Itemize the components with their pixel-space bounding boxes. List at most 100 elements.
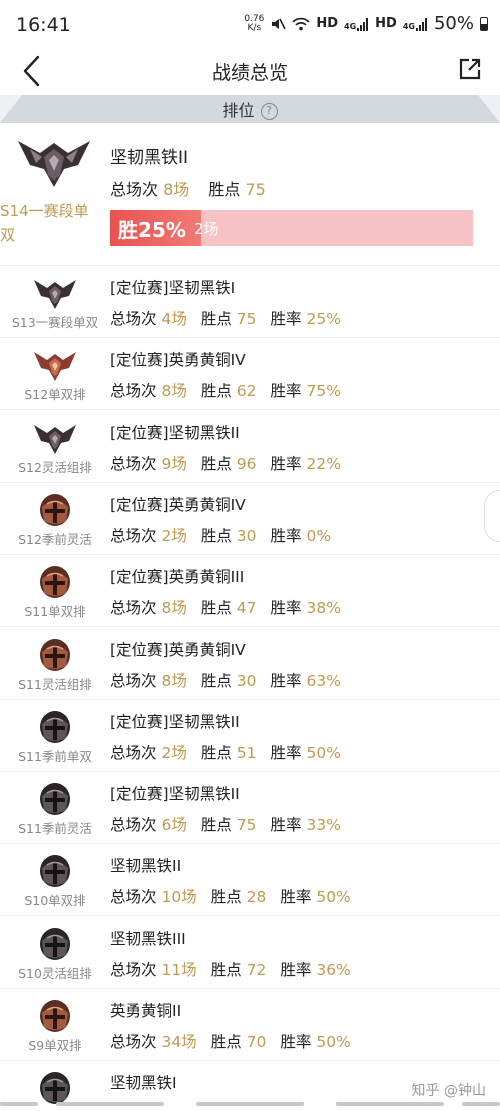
season-row[interactable]: S13一赛段单双 [定位赛]坚韧黑铁I 总场次 4场 胜点 75 胜率 25% [0, 266, 500, 338]
row-games: 8场 [161, 671, 187, 690]
bronze-wing-emblem-icon [34, 352, 76, 382]
row-winrate: 33% [306, 816, 341, 835]
side-pull-tab[interactable] [484, 490, 500, 542]
wifi-icon [292, 17, 310, 30]
win-games: 2场 [194, 220, 219, 238]
tab-ranked[interactable]: 排位? [0, 97, 500, 121]
season-row[interactable]: S10单双排 坚韧黑铁II 总场次 10场 胜点 28 胜率 50% [0, 844, 500, 917]
nav-bar: 战绩总览 [0, 50, 500, 95]
status-time: 16:41 [16, 14, 71, 36]
season-row[interactable]: S11季前灵活 [定位赛]坚韧黑铁II 总场次 6场 胜点 75 胜率 33% [0, 772, 500, 845]
row-winrate: 50% [316, 888, 351, 907]
iron-helm-emblem-icon [40, 783, 70, 816]
season-row[interactable]: S11季前单双 [定位赛]坚韧黑铁II 总场次 2场 胜点 51 胜率 50% [0, 700, 500, 772]
row-rank: 坚韧黑铁I [110, 1074, 177, 1093]
current-season-name: S14一赛段单双 [0, 202, 89, 244]
row-winrate: 50% [316, 1033, 351, 1051]
row-rank: [定位赛]英勇黄铜IV [110, 640, 246, 659]
row-points: 96 [236, 454, 257, 473]
iron-rank-emblem-icon [18, 141, 90, 187]
row-points: 30 [236, 671, 257, 690]
season-row[interactable]: S10灵活组排 坚韧黑铁III 总场次 11场 胜点 72 胜率 36% [0, 917, 500, 989]
page-title: 战绩总览 [211, 62, 288, 84]
row-winrate: 38% [306, 599, 341, 618]
network-speed: 0.76 K/s [244, 13, 265, 33]
mute-icon [272, 18, 287, 29]
row-points: 75 [236, 310, 257, 328]
row-winrate: 63% [306, 671, 341, 690]
current-stats: 总场次 8场 胜点 75 [110, 180, 266, 199]
row-season: S11季前单双 [18, 748, 92, 764]
row-games: 10场 [161, 888, 197, 907]
row-games: 2场 [161, 526, 187, 545]
row-stats: 总场次 9场 胜点 96 胜率 22% [110, 454, 341, 473]
row-games: 11场 [161, 960, 197, 979]
row-rank: [定位赛]坚韧黑铁II [110, 423, 240, 442]
current-games: 8场 [163, 180, 190, 199]
row-points: 72 [246, 960, 267, 979]
row-stats: 总场次 8场 胜点 62 胜率 75% [110, 382, 341, 401]
bronze-helm-emblem-icon [40, 638, 70, 671]
row-stats: 总场次 2场 胜点 30 胜率 0% [110, 526, 332, 545]
battery-icon [480, 16, 488, 31]
row-games: 8场 [161, 599, 187, 618]
row-stats: 总场次 34场 胜点 70 胜率 50% [110, 1033, 351, 1051]
row-games: 9场 [161, 454, 187, 473]
current-season-card[interactable]: S14一赛段单双 坚韧黑铁II 总场次 8场 胜点 75 胜25% 2场 [0, 123, 500, 266]
row-points: 28 [246, 888, 267, 907]
share-external-icon[interactable] [458, 57, 482, 81]
season-row[interactable]: S12灵活组排 [定位赛]坚韧黑铁II 总场次 9场 胜点 96 胜率 22% [0, 411, 500, 483]
row-stats: 总场次 8场 胜点 30 胜率 63% [110, 671, 341, 690]
season-row[interactable]: S9单双排 英勇黄铜II 总场次 34场 胜点 70 胜率 50% [0, 989, 500, 1061]
row-rank: [定位赛]坚韧黑铁I [110, 279, 236, 297]
season-row[interactable]: S11单双排 [定位赛]英勇黄铜III 总场次 8场 胜点 47 胜率 38% [0, 555, 500, 628]
row-season: S13一赛段单双 [11, 315, 99, 330]
row-stats: 总场次 6场 胜点 75 胜率 33% [110, 816, 341, 835]
iron-helm-emblem-icon [40, 927, 70, 960]
row-winrate: 75% [306, 382, 341, 401]
help-icon[interactable]: ? [260, 103, 278, 120]
hd-badge: HD [316, 16, 339, 31]
row-games: 6场 [161, 816, 187, 835]
row-games: 8场 [161, 382, 187, 401]
row-points: 30 [236, 526, 257, 545]
season-row[interactable]: S12季前灵活 [定位赛]英勇黄铜IV 总场次 2场 胜点 30 胜率 0% [0, 483, 500, 555]
row-points: 51 [236, 743, 257, 762]
iron-wing-emblem-icon [34, 424, 76, 454]
iron-helm-emblem-icon [40, 710, 70, 743]
row-games: 34场 [161, 1033, 197, 1051]
iron-helm-emblem-icon [40, 855, 70, 888]
row-winrate: 50% [306, 743, 341, 762]
bronze-helm-emblem-icon [40, 1000, 70, 1032]
row-stats: 总场次 10场 胜点 28 胜率 50% [110, 888, 351, 907]
status-bar: 16:41 0.76 K/s HD 4G HD 4G 50% [0, 0, 500, 50]
season-row[interactable]: S11灵活组排 [定位赛]英勇黄铜IV 总场次 8场 胜点 30 胜率 63% [0, 628, 500, 700]
current-rank: 坚韧黑铁II [110, 148, 189, 168]
bronze-helm-emblem-icon [40, 566, 70, 599]
row-season: S10灵活组排 [18, 965, 92, 981]
win-rate-bar: 胜25% 2场 [110, 210, 473, 246]
row-stats: 总场次 11场 胜点 72 胜率 36% [110, 960, 351, 979]
row-points: 47 [236, 599, 257, 618]
status-icons: 0.76 K/s HD 4G HD 4G 50% [244, 13, 488, 34]
row-points: 75 [236, 816, 257, 835]
row-stats: 总场次 8场 胜点 47 胜率 38% [110, 599, 341, 618]
row-rank: [定位赛]英勇黄铜IV [110, 351, 246, 370]
row-stats: 总场次 2场 胜点 51 胜率 50% [110, 743, 341, 762]
row-season: S11灵活组排 [18, 676, 92, 692]
row-season: S12季前灵活 [18, 531, 92, 547]
row-season: S10单双排 [24, 893, 86, 909]
row-winrate: 25% [306, 310, 341, 328]
season-row[interactable]: S12单双排 [定位赛]英勇黄铜IV 总场次 8场 胜点 62 胜率 75% [0, 338, 500, 411]
row-season: S11单双排 [24, 604, 86, 620]
row-points: 70 [246, 1033, 267, 1051]
iron-wing-emblem-icon [34, 280, 76, 309]
home-indicator [0, 1100, 500, 1111]
current-points: 75 [245, 180, 266, 199]
signal-icon: 4G [344, 17, 369, 31]
row-season: S12单双排 [24, 387, 86, 403]
hd-badge-2: HD [375, 16, 397, 31]
row-points: 62 [236, 382, 257, 401]
row-winrate: 36% [316, 960, 351, 979]
row-rank: [定位赛]坚韧黑铁II [110, 785, 240, 804]
